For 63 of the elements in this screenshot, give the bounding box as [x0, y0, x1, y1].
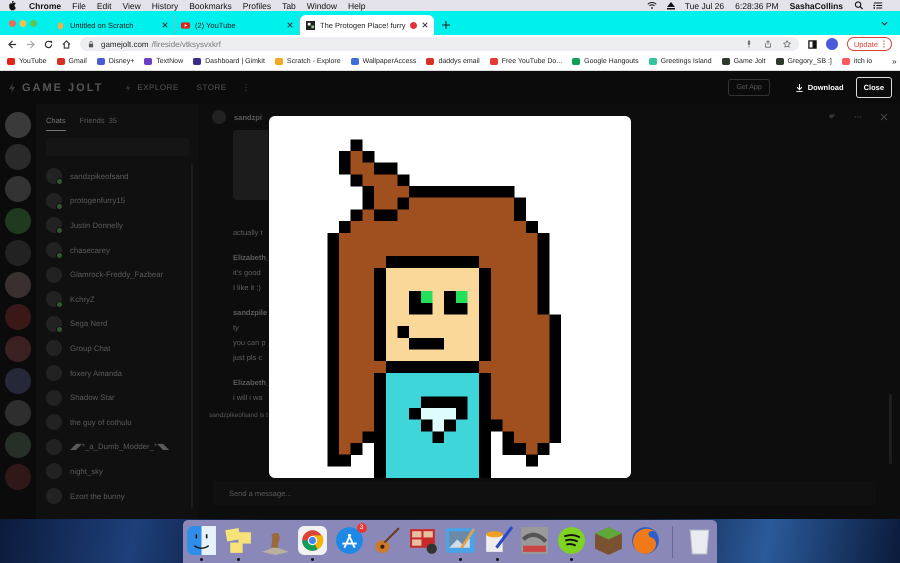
- avatar-icon: [46, 242, 62, 258]
- game-cover-icon[interactable]: [518, 524, 550, 556]
- eject-icon[interactable]: [666, 1, 676, 10]
- more-bookmarks-button[interactable]: »: [892, 57, 897, 66]
- menu-item[interactable]: File: [72, 0, 86, 10]
- pixel-face-icon: [306, 20, 315, 30]
- url-path: /fireside/vtksysvxkrf: [152, 40, 221, 48]
- menu-item[interactable]: Edit: [96, 0, 112, 10]
- grass-block-icon[interactable]: [592, 524, 624, 556]
- avatar-icon: [46, 217, 62, 234]
- lightning-icon: [8, 82, 16, 92]
- sidebar-icon[interactable]: [808, 40, 817, 48]
- forward-arrow-icon[interactable]: [26, 40, 35, 48]
- reload-icon[interactable]: [44, 40, 53, 48]
- community-icon[interactable]: [5, 208, 31, 234]
- close-icon[interactable]: [162, 22, 168, 28]
- menu-item[interactable]: Bookmarks: [189, 0, 232, 10]
- avatar-icon: [46, 168, 62, 184]
- community-icon[interactable]: [5, 272, 31, 298]
- menu-item[interactable]: Profiles: [242, 0, 272, 10]
- music-circle-icon[interactable]: [556, 524, 586, 556]
- app-menu[interactable]: Chrome: [29, 0, 62, 10]
- address-field[interactable]: gamejolt.com /fireside/vtksysvxkrf: [80, 37, 799, 51]
- menu-item[interactable]: Window: [306, 0, 338, 10]
- home-icon[interactable]: [62, 40, 71, 48]
- menu-item[interactable]: Tab: [282, 0, 296, 10]
- community-icon[interactable]: [5, 112, 31, 138]
- url-host: gamejolt.com: [101, 40, 149, 48]
- community-icon[interactable]: [5, 176, 31, 202]
- share-icon[interactable]: [764, 40, 772, 48]
- plus-icon[interactable]: [442, 21, 450, 29]
- community-icon[interactable]: [5, 400, 31, 426]
- list-icon[interactable]: [873, 1, 883, 10]
- search-icon[interactable]: [854, 1, 864, 10]
- close-icon[interactable]: [287, 22, 293, 28]
- avatar-icon: [46, 291, 62, 308]
- app-store-icon[interactable]: [334, 524, 364, 556]
- avatar-icon: [46, 192, 62, 209]
- cat-paw-icon: [56, 20, 65, 30]
- avatar-icon: [46, 316, 62, 332]
- community-icon[interactable]: [5, 432, 31, 458]
- menu-bar-date: Tue Jul 26: [684, 0, 724, 10]
- browser-icon[interactable]: [296, 524, 328, 556]
- add-user-icon[interactable]: [828, 113, 836, 121]
- wifi-icon[interactable]: [646, 1, 657, 10]
- back-arrow-icon[interactable]: [8, 40, 17, 48]
- menu-item[interactable]: History: [152, 0, 178, 10]
- menu-item[interactable]: Help: [348, 0, 366, 10]
- close-icon[interactable]: [422, 22, 428, 28]
- chevron-down-icon[interactable]: [881, 21, 888, 26]
- apple-icon[interactable]: [8, 0, 17, 10]
- menu-item[interactable]: View: [122, 0, 141, 10]
- lightning-icon: [125, 84, 132, 92]
- download-icon: [796, 84, 803, 92]
- profile-avatar[interactable]: [826, 38, 838, 50]
- face-tile-icon[interactable]: [186, 524, 216, 556]
- play-icon: [181, 20, 190, 30]
- user-name[interactable]: SashaCollins: [790, 0, 843, 10]
- window-controls-icon[interactable]: [8, 18, 38, 28]
- star-icon[interactable]: [782, 40, 791, 48]
- menu-bar-time: 6:28:36 PM: [735, 0, 779, 10]
- lock-icon[interactable]: [88, 40, 94, 48]
- fox-globe-icon[interactable]: [630, 524, 660, 556]
